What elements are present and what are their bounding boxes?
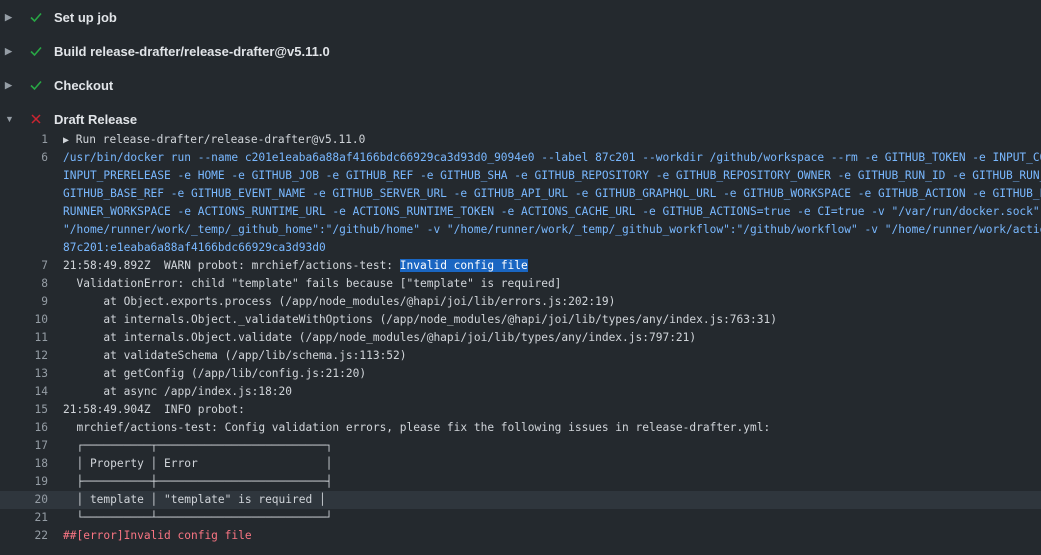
log-line-continuation: 87c201:e1eaba6a88af4166bdc66929ca3d93d0	[0, 239, 1041, 257]
line-number[interactable]: 20	[0, 491, 48, 509]
log-line[interactable]: 22 ##[error]Invalid config file	[0, 527, 1041, 545]
line-number[interactable]: 14	[0, 383, 48, 401]
line-number[interactable]: 13	[0, 365, 48, 383]
log-line[interactable]: 21 └──────────┴─────────────────────────…	[0, 509, 1041, 527]
step-label: Build release-drafter/release-drafter@v5…	[54, 43, 330, 59]
log-line[interactable]: 19 ├──────────┼─────────────────────────…	[0, 473, 1041, 491]
line-number[interactable]: 11	[0, 329, 48, 347]
log-line[interactable]: 17 ┌──────────┬─────────────────────────…	[0, 437, 1041, 455]
log-text: ValidationError: child "template" fails …	[63, 277, 562, 290]
line-number[interactable]: 16	[0, 419, 48, 437]
step-label: Draft Release	[54, 111, 138, 127]
step-build-release-drafter[interactable]: ▶ Build release-drafter/release-drafter@…	[0, 34, 1041, 68]
log-text: │ template │ "template" is required │	[63, 493, 326, 506]
chevron-right-icon[interactable]: ▶	[5, 12, 15, 23]
log-line[interactable]: 15 21:58:49.904Z INFO probot:	[0, 401, 1041, 419]
log-text: 21:58:49.904Z INFO probot:	[63, 403, 245, 416]
line-number[interactable]: 15	[0, 401, 48, 419]
error-text: ##[error]Invalid config file	[63, 529, 252, 542]
log-text: mrchief/actions-test: Config validation …	[63, 421, 771, 434]
chevron-right-icon[interactable]: ▶	[5, 46, 15, 57]
selected-text: Invalid config file	[399, 259, 528, 272]
log-text: at getConfig (/app/lib/config.js:21:20)	[63, 367, 367, 380]
chevron-right-icon[interactable]: ▶	[5, 80, 15, 91]
log-line[interactable]: 20 │ template │ "template" is required │	[0, 491, 1041, 509]
line-number[interactable]: 1	[0, 131, 48, 149]
log-text: 21:58:49.892Z WARN probot: mrchief/actio…	[63, 259, 400, 272]
log-line[interactable]: 11 at internals.Object.validate (/app/no…	[0, 329, 1041, 347]
log-line[interactable]: 8 ValidationError: child "template" fail…	[0, 275, 1041, 293]
log-line-continuation: GITHUB_BASE_REF -e GITHUB_EVENT_NAME -e …	[0, 185, 1041, 203]
log-text: │ Property │ Error │	[63, 457, 333, 470]
log-output: 1 ▶ Run release-drafter/release-drafter@…	[0, 131, 1041, 545]
x-icon	[28, 113, 44, 125]
log-line[interactable]: 18 │ Property │ Error │	[0, 455, 1041, 473]
check-icon	[28, 44, 44, 58]
log-text: /usr/bin/docker run --name c201e1eaba6a8…	[63, 151, 1041, 164]
line-number[interactable]: 7	[0, 257, 48, 275]
log-text: at internals.Object.validate (/app/node_…	[63, 331, 697, 344]
log-text: at internals.Object._validateWithOptions…	[63, 313, 777, 326]
log-line-continuation: INPUT_PRERELEASE -e HOME -e GITHUB_JOB -…	[0, 167, 1041, 185]
line-number[interactable]: 21	[0, 509, 48, 527]
check-icon	[28, 10, 44, 24]
step-label: Checkout	[54, 77, 114, 93]
log-line[interactable]: 14 at async /app/index.js:18:20	[0, 383, 1041, 401]
step-label: Set up job	[54, 9, 117, 25]
log-line[interactable]: 1 ▶ Run release-drafter/release-drafter@…	[0, 131, 1041, 149]
log-text: └──────────┴─────────────────────────┘	[63, 511, 333, 524]
log-text: GITHUB_BASE_REF -e GITHUB_EVENT_NAME -e …	[63, 187, 1041, 200]
log-line[interactable]: 12 at validateSchema (/app/lib/schema.js…	[0, 347, 1041, 365]
line-number[interactable]: 10	[0, 311, 48, 329]
line-number[interactable]: 12	[0, 347, 48, 365]
line-number[interactable]: 22	[0, 527, 48, 545]
log-line[interactable]: 6 /usr/bin/docker run --name c201e1eaba6…	[0, 149, 1041, 167]
log-text: at async /app/index.js:18:20	[63, 385, 293, 398]
log-text: at validateSchema (/app/lib/schema.js:11…	[63, 349, 407, 362]
log-text: Run release-drafter/release-drafter@v5.1…	[69, 133, 366, 146]
log-line[interactable]: 7 21:58:49.892Z WARN probot: mrchief/act…	[0, 257, 1041, 275]
log-line[interactable]: 16 mrchief/actions-test: Config validati…	[0, 419, 1041, 437]
line-number[interactable]: 17	[0, 437, 48, 455]
log-line-continuation: "/home/runner/work/_temp/_github_home":"…	[0, 221, 1041, 239]
step-checkout[interactable]: ▶ Checkout	[0, 68, 1041, 102]
log-text: "/home/runner/work/_temp/_github_home":"…	[63, 223, 1041, 236]
log-text: at Object.exports.process (/app/node_mod…	[63, 295, 616, 308]
log-line-continuation: RUNNER_WORKSPACE -e ACTIONS_RUNTIME_URL …	[0, 203, 1041, 221]
check-icon	[28, 78, 44, 92]
log-text: 87c201:e1eaba6a88af4166bdc66929ca3d93d0	[63, 241, 326, 254]
log-line[interactable]: 9 at Object.exports.process (/app/node_m…	[0, 293, 1041, 311]
log-line[interactable]: 10 at internals.Object._validateWithOpti…	[0, 311, 1041, 329]
log-text: ┌──────────┬─────────────────────────┐	[63, 439, 333, 452]
log-text: INPUT_PRERELEASE -e HOME -e GITHUB_JOB -…	[63, 169, 1041, 182]
log-text: ├──────────┼─────────────────────────┤	[63, 475, 333, 488]
line-number[interactable]: 18	[0, 455, 48, 473]
line-number[interactable]: 9	[0, 293, 48, 311]
line-number[interactable]: 6	[0, 149, 48, 167]
log-text: RUNNER_WORKSPACE -e ACTIONS_RUNTIME_URL …	[63, 205, 1041, 218]
line-number[interactable]: 8	[0, 275, 48, 293]
chevron-down-icon[interactable]: ▼	[5, 114, 15, 124]
log-line[interactable]: 13 at getConfig (/app/lib/config.js:21:2…	[0, 365, 1041, 383]
step-set-up-job[interactable]: ▶ Set up job	[0, 0, 1041, 34]
line-number[interactable]: 19	[0, 473, 48, 491]
